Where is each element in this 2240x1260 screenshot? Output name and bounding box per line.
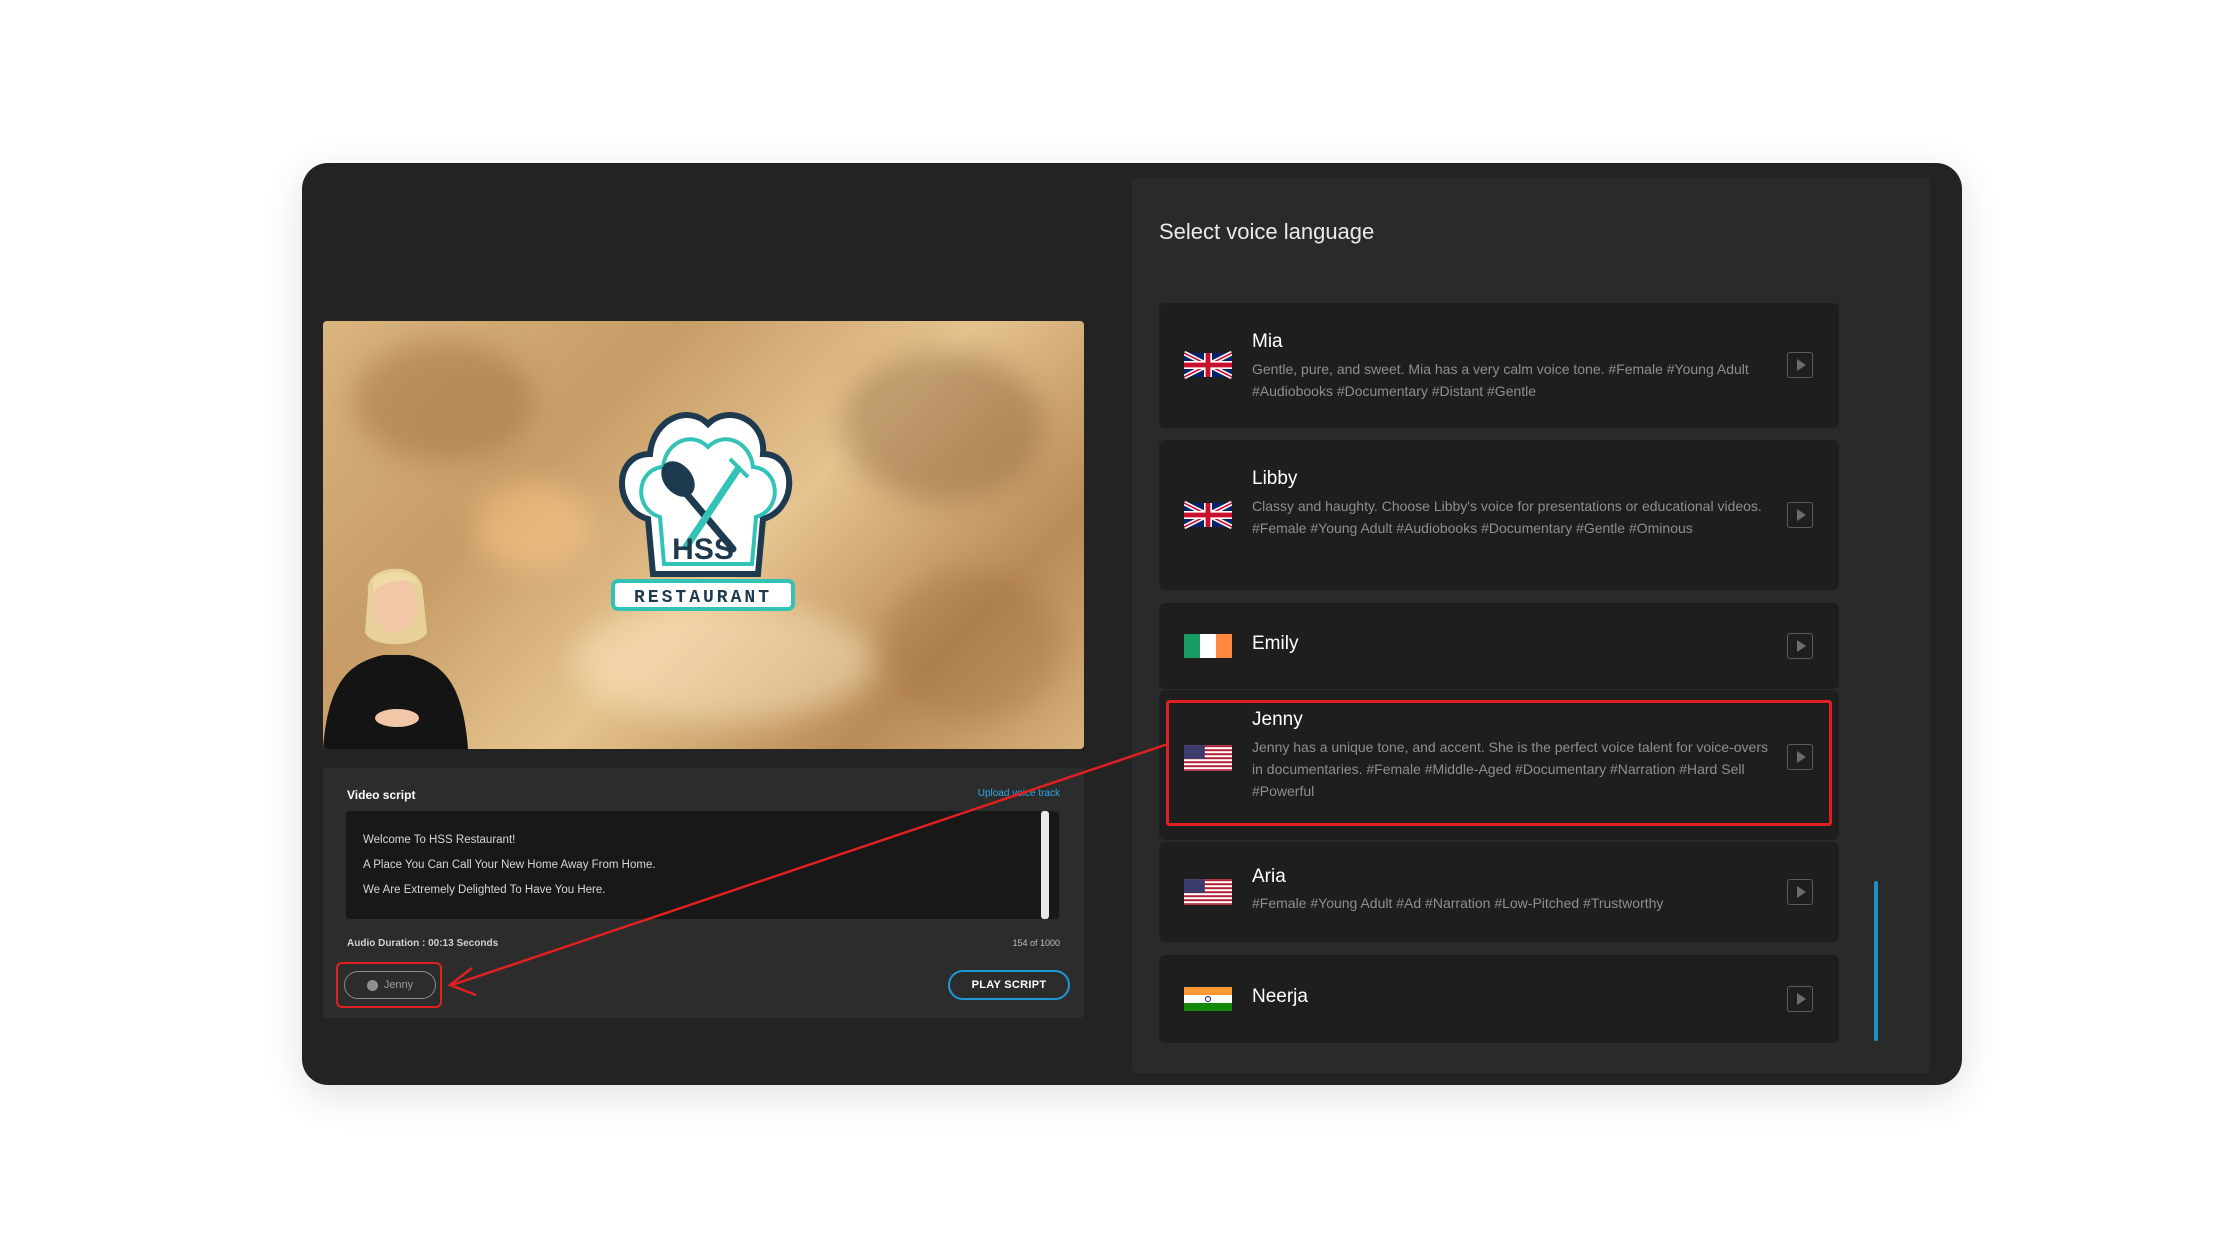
avatar-presenter <box>323 568 468 749</box>
voice-card-emily[interactable]: Emily <box>1159 603 1839 689</box>
play-icon[interactable] <box>1787 502 1813 528</box>
play-icon[interactable] <box>1787 633 1813 659</box>
video-preview: HSS RESTAURANT <box>323 321 1084 749</box>
script-scrollbar[interactable] <box>1041 811 1049 919</box>
svg-text:RESTAURANT: RESTAURANT <box>634 588 772 608</box>
script-line: A Place You Can Call Your New Home Away … <box>363 859 656 871</box>
upload-voice-link[interactable]: Upload voice track <box>978 788 1060 799</box>
voice-avatar-icon <box>366 979 378 991</box>
voice-description: Classy and haughty. Choose Libby's voice… <box>1252 498 1762 536</box>
voice-name: Libby <box>1252 468 1298 489</box>
voice-name: Aria <box>1252 866 1286 887</box>
voice-card-mia[interactable]: Mia Gentle, pure, and sweet. Mia has a v… <box>1159 303 1839 428</box>
us-flag-icon <box>1184 879 1232 905</box>
restaurant-logo: HSS RESTAURANT <box>611 412 795 611</box>
voice-description: Gentle, pure, and sweet. Mia has a very … <box>1252 361 1749 399</box>
voice-selection-window: HSS RESTAURANT Video script Upload voice… <box>302 163 1962 1085</box>
voice-description: #Female #Young Adult #Ad #Narration #Low… <box>1252 895 1664 911</box>
panel-title: Select voice language <box>1159 219 1375 244</box>
ireland-flag-icon <box>1184 634 1232 658</box>
voice-name: Emily <box>1252 633 1299 654</box>
script-textarea[interactable]: Welcome To HSS Restaurant! A Place You C… <box>346 811 1059 919</box>
script-panel: Video script Upload voice track Welcome … <box>323 768 1084 1018</box>
voice-card-aria[interactable]: Aria #Female #Young Adult #Ad #Narration… <box>1159 842 1839 942</box>
audio-duration: Audio Duration : 00:13 Seconds <box>347 938 499 949</box>
play-icon[interactable] <box>1787 879 1813 905</box>
play-script-button[interactable]: PLAY SCRIPT <box>948 970 1070 1000</box>
voice-list-scroll-indicator[interactable] <box>1874 881 1878 1041</box>
selected-voice-highlight <box>1166 700 1832 826</box>
voice-name: Mia <box>1252 331 1283 352</box>
selected-voice-button[interactable]: Jenny <box>344 971 436 999</box>
svg-text:HSS: HSS <box>672 533 734 566</box>
play-icon[interactable] <box>1787 352 1813 378</box>
script-line: Welcome To HSS Restaurant! <box>363 834 516 846</box>
play-icon[interactable] <box>1787 986 1813 1012</box>
voice-card-libby[interactable]: Libby Classy and haughty. Choose Libby's… <box>1159 440 1839 590</box>
voice-name: Neerja <box>1252 986 1308 1007</box>
uk-flag-icon <box>1184 501 1232 529</box>
video-script-label: Video script <box>347 788 416 802</box>
script-line: We Are Extremely Delighted To Have You H… <box>363 884 606 896</box>
india-flag-icon <box>1184 987 1232 1011</box>
uk-flag-icon <box>1184 351 1232 379</box>
character-count: 154 of 1000 <box>1012 938 1060 948</box>
voice-card-neerja[interactable]: Neerja <box>1159 955 1839 1043</box>
selected-voice-label: Jenny <box>383 979 414 991</box>
